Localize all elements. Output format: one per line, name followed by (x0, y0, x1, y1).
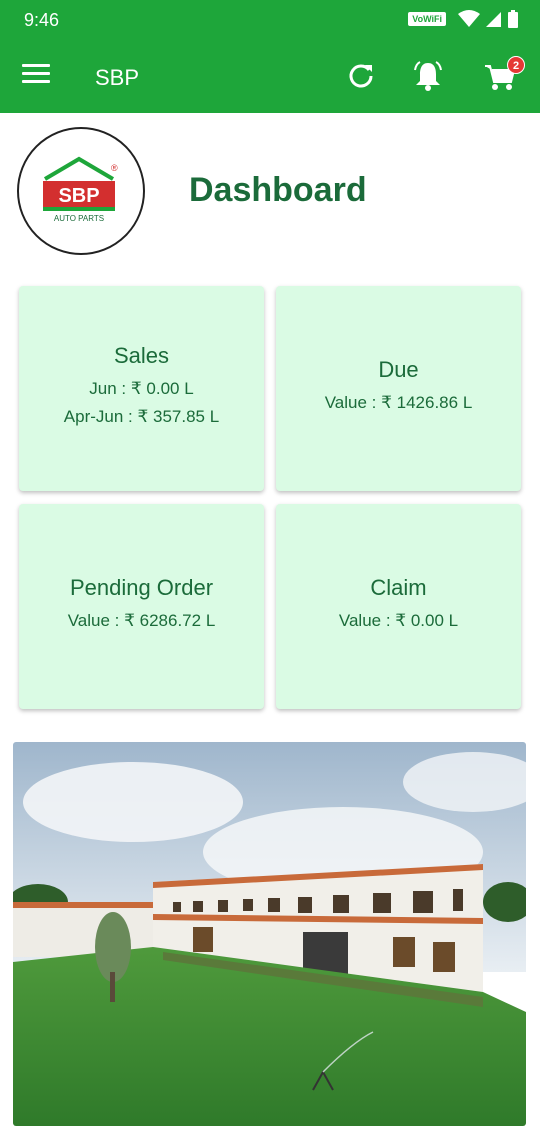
sales-card-title: Sales (113, 342, 170, 368)
page-title: Dashboard (189, 171, 367, 209)
bell-icon[interactable] (410, 58, 446, 94)
pending-order-card[interactable]: Pending Order Value : ₹ 6286.72 L (19, 504, 264, 709)
sales-ytd-value: Apr-Jun : ₹ 357.85 L (63, 406, 220, 426)
due-card[interactable]: Due Value : ₹ 1426.86 L (276, 286, 521, 491)
company-logo: SBP AUTO PARTS ® (17, 127, 145, 255)
status-time: 9:46 (24, 10, 60, 30)
status-icons: VoWiFi (408, 10, 518, 28)
status-bar: 9:46 VoWiFi (0, 0, 540, 40)
due-card-title: Due (378, 356, 419, 382)
pending-order-value: Value : ₹ 6286.72 L (67, 610, 216, 630)
vowifi-badge: VoWiFi (408, 12, 446, 26)
sales-card[interactable]: Sales Jun : ₹ 0.00 L Apr-Jun : ₹ 357.85 … (19, 286, 264, 491)
wifi-icon (458, 10, 480, 27)
claim-card-title: Claim (370, 574, 427, 600)
logo-brand-text: SBP (58, 185, 99, 207)
cart-icon[interactable]: 2 (483, 56, 525, 94)
claim-card[interactable]: Claim Value : ₹ 0.00 L (276, 504, 521, 709)
sbp-logo-mark: SBP AUTO PARTS ® (43, 156, 118, 223)
menu-icon[interactable] (22, 64, 50, 86)
refresh-icon[interactable] (343, 58, 379, 94)
registered-mark: ® (111, 163, 118, 173)
logo-tagline-text: AUTO PARTS (54, 214, 104, 223)
signal-icon (486, 12, 501, 27)
app-bar: SBP 2 (0, 40, 540, 113)
factory-photo (13, 742, 526, 1126)
due-value: Value : ₹ 1426.86 L (324, 392, 473, 412)
claim-value: Value : ₹ 0.00 L (338, 610, 459, 630)
cart-count-badge: 2 (507, 56, 525, 74)
sales-month-value: Jun : ₹ 0.00 L (89, 378, 194, 398)
pending-order-card-title: Pending Order (69, 574, 214, 600)
app-title: SBP (95, 65, 140, 90)
battery-icon (508, 10, 518, 28)
